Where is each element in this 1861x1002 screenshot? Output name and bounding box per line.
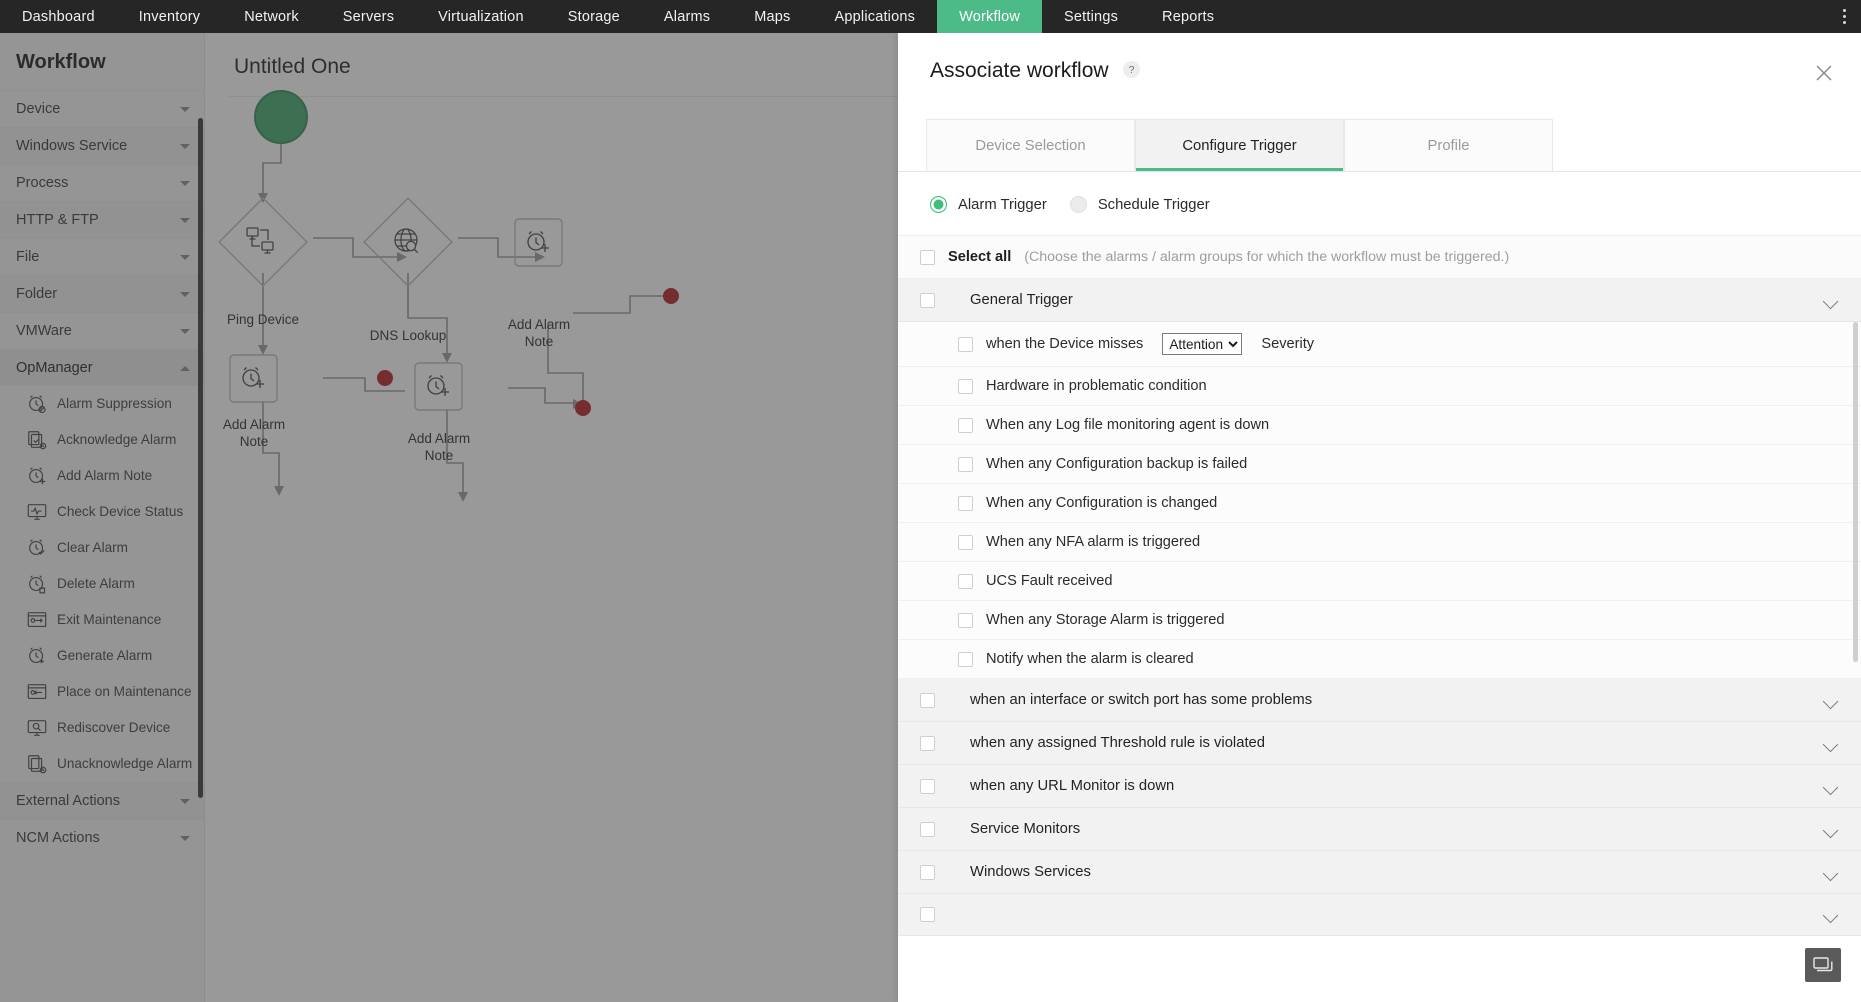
close-icon[interactable] bbox=[1811, 60, 1837, 86]
trigger-group-checkbox[interactable] bbox=[920, 907, 935, 922]
trigger-group-checkbox[interactable] bbox=[920, 778, 935, 794]
trigger-item-label: Hardware in problematic condition bbox=[986, 378, 1207, 394]
trigger-item-label: When any Log file monitoring agent is do… bbox=[986, 417, 1270, 433]
nav-item-settings[interactable]: Settings bbox=[1042, 0, 1140, 33]
trigger-group-checkbox[interactable] bbox=[920, 821, 935, 837]
trigger-item-label: When any Storage Alarm is triggered bbox=[986, 612, 1225, 628]
tab-profile[interactable]: Profile bbox=[1344, 119, 1553, 171]
associate-workflow-panel: Associate workflow ? Device Selection Co… bbox=[898, 33, 1861, 1002]
radio-alarm-trigger[interactable] bbox=[930, 196, 947, 213]
trigger-item-checkbox[interactable] bbox=[958, 456, 973, 472]
trigger-item-label: Notify when the alarm is cleared bbox=[986, 651, 1194, 667]
trigger-item-checkbox[interactable] bbox=[958, 573, 973, 589]
trigger-mode-radio-group: Alarm Trigger Schedule Trigger bbox=[898, 172, 1861, 235]
trigger-group-threshold-rule[interactable]: when any assigned Threshold rule is viol… bbox=[898, 722, 1861, 765]
trigger-group-interface-switch-port[interactable]: when an interface or switch port has som… bbox=[898, 679, 1861, 722]
trigger-group-service-monitors[interactable]: Service Monitors bbox=[898, 808, 1861, 851]
trigger-item-label-before: when the Device misses bbox=[986, 336, 1144, 352]
panel-scrollbar[interactable] bbox=[1853, 322, 1858, 662]
trigger-group-partial-next[interactable] bbox=[898, 894, 1861, 936]
nav-item-dashboard[interactable]: Dashboard bbox=[0, 0, 117, 33]
tab-configure-trigger[interactable]: Configure Trigger bbox=[1135, 119, 1344, 171]
trigger-group-label: when any URL Monitor is down bbox=[970, 778, 1175, 794]
trigger-item-label: When any Configuration is changed bbox=[986, 495, 1218, 511]
panel-tabs: Device Selection Configure Trigger Profi… bbox=[898, 119, 1861, 172]
trigger-group-label: when an interface or switch port has som… bbox=[970, 692, 1313, 708]
trigger-item-checkbox[interactable] bbox=[958, 495, 973, 511]
trigger-group-url-monitor[interactable]: when any URL Monitor is down bbox=[898, 765, 1861, 808]
trigger-item-checkbox[interactable] bbox=[958, 336, 973, 352]
panel-header: Associate workflow ? bbox=[898, 33, 1861, 119]
radio-label-alarm-trigger: Alarm Trigger bbox=[958, 196, 1047, 213]
modal-overlay[interactable] bbox=[0, 33, 898, 1002]
radio-schedule-trigger[interactable] bbox=[1069, 196, 1087, 213]
severity-select[interactable]: Attention bbox=[1162, 333, 1243, 355]
trigger-group-label: Service Monitors bbox=[970, 821, 1081, 837]
trigger-item-label: When any NFA alarm is triggered bbox=[986, 534, 1201, 550]
nav-item-servers[interactable]: Servers bbox=[321, 0, 416, 33]
trigger-item-device-misses-severity[interactable]: when the Device misses Attention Severit… bbox=[898, 322, 1861, 367]
chevron-down-icon[interactable] bbox=[1825, 296, 1839, 305]
nav-item-storage[interactable]: Storage bbox=[546, 0, 642, 33]
top-navigation-bar: Dashboard Inventory Network Servers Virt… bbox=[0, 0, 1861, 33]
trigger-item-storage-alarm[interactable]: When any Storage Alarm is triggered bbox=[898, 601, 1861, 640]
chevron-down-icon[interactable] bbox=[1825, 825, 1839, 834]
trigger-item-label: When any Configuration backup is failed bbox=[986, 456, 1248, 472]
tab-device-selection[interactable]: Device Selection bbox=[926, 119, 1135, 171]
chevron-down-icon[interactable] bbox=[1825, 696, 1839, 705]
trigger-group-windows-services[interactable]: Windows Services bbox=[898, 851, 1861, 894]
chevron-down-icon[interactable] bbox=[1825, 868, 1839, 877]
trigger-item-checkbox[interactable] bbox=[958, 612, 973, 628]
feedback-icon[interactable] bbox=[1805, 948, 1841, 982]
trigger-group-label: when any assigned Threshold rule is viol… bbox=[970, 735, 1266, 751]
nav-item-applications[interactable]: Applications bbox=[813, 0, 938, 33]
nav-item-maps[interactable]: Maps bbox=[732, 0, 812, 33]
select-all-hint: (Choose the alarms / alarm groups for wh… bbox=[1024, 249, 1510, 265]
chevron-down-icon[interactable] bbox=[1825, 739, 1839, 748]
chevron-down-icon[interactable] bbox=[1825, 910, 1839, 919]
trigger-item-config-backup-failed[interactable]: When any Configuration backup is failed bbox=[898, 445, 1861, 484]
trigger-group-label: General Trigger bbox=[970, 292, 1073, 308]
trigger-item-hardware-problematic[interactable]: Hardware in problematic condition bbox=[898, 367, 1861, 406]
trigger-item-checkbox[interactable] bbox=[958, 651, 973, 667]
trigger-group-general-trigger[interactable]: General Trigger bbox=[898, 279, 1861, 322]
trigger-item-alarm-cleared[interactable]: Notify when the alarm is cleared bbox=[898, 640, 1861, 679]
chevron-down-icon[interactable] bbox=[1825, 782, 1839, 791]
trigger-group-checkbox[interactable] bbox=[920, 292, 935, 308]
nav-item-alarms[interactable]: Alarms bbox=[642, 0, 732, 33]
trigger-item-checkbox[interactable] bbox=[958, 534, 973, 550]
nav-item-network[interactable]: Network bbox=[222, 0, 321, 33]
trigger-item-ucs-fault[interactable]: UCS Fault received bbox=[898, 562, 1861, 601]
nav-item-reports[interactable]: Reports bbox=[1140, 0, 1236, 33]
trigger-group-checkbox[interactable] bbox=[920, 692, 935, 708]
trigger-item-label: UCS Fault received bbox=[986, 573, 1113, 589]
trigger-group-checkbox[interactable] bbox=[920, 864, 935, 880]
trigger-group-checkbox[interactable] bbox=[920, 735, 935, 751]
panel-body: Alarm Trigger Schedule Trigger Select al… bbox=[898, 172, 1861, 1002]
radio-label-schedule-trigger: Schedule Trigger bbox=[1097, 196, 1210, 213]
help-icon[interactable]: ? bbox=[1123, 61, 1141, 78]
trigger-item-label-after: Severity bbox=[1261, 336, 1315, 352]
trigger-item-nfa-alarm[interactable]: When any NFA alarm is triggered bbox=[898, 523, 1861, 562]
select-all-checkbox[interactable] bbox=[920, 249, 935, 265]
select-all-row[interactable]: Select all (Choose the alarms / alarm gr… bbox=[898, 235, 1861, 279]
nav-item-inventory[interactable]: Inventory bbox=[117, 0, 222, 33]
trigger-item-checkbox[interactable] bbox=[958, 378, 973, 394]
trigger-group-label: Windows Services bbox=[970, 864, 1091, 880]
trigger-item-log-file-agent-down[interactable]: When any Log file monitoring agent is do… bbox=[898, 406, 1861, 445]
trigger-item-config-changed[interactable]: When any Configuration is changed bbox=[898, 484, 1861, 523]
select-all-label: Select all bbox=[948, 249, 1012, 265]
nav-item-workflow[interactable]: Workflow bbox=[937, 0, 1043, 33]
trigger-item-checkbox[interactable] bbox=[958, 417, 973, 433]
panel-title: Associate workflow bbox=[930, 59, 1109, 82]
nav-item-virtualization[interactable]: Virtualization bbox=[416, 0, 546, 33]
kebab-menu-icon[interactable] bbox=[1827, 0, 1861, 33]
